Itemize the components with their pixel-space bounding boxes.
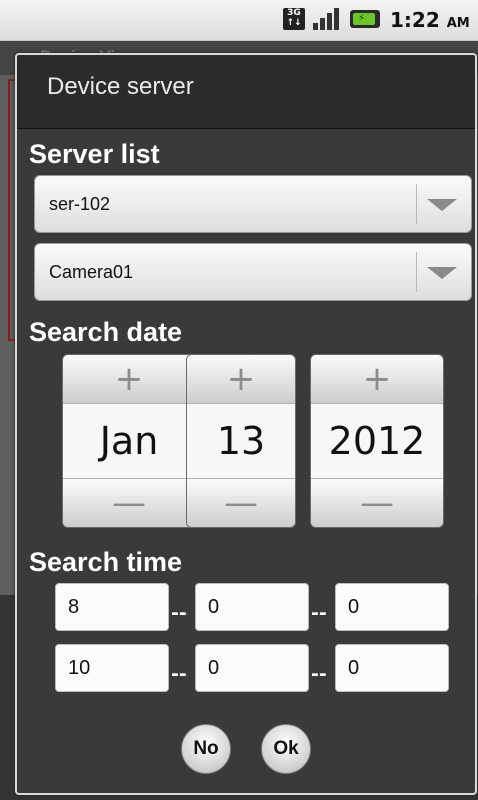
dropdown-arrow-icon: [427, 267, 457, 279]
end-second-field[interactable]: 0: [335, 644, 449, 692]
end-minute-field[interactable]: 0: [195, 644, 309, 692]
year-picker: + 2012 —: [310, 354, 444, 528]
device-server-dialog: Device server Server list ser-102 Camera…: [15, 53, 477, 795]
camera-select-value: Camera01: [49, 262, 134, 282]
time-separator: --: [171, 602, 187, 624]
dialog-title: Device server: [47, 73, 194, 100]
network-type-label: 3G: [287, 8, 301, 18]
month-decrement-button[interactable]: —: [63, 478, 195, 527]
start-second-value: 0: [348, 596, 360, 618]
3g-icon: 3G ↑↓: [283, 8, 305, 30]
year-increment-button[interactable]: +: [311, 355, 443, 404]
start-hour-field[interactable]: 8: [55, 583, 169, 631]
search-time-label: Search time: [29, 547, 183, 577]
month-increment-button[interactable]: +: [63, 355, 195, 404]
server-list-label: Server list: [29, 139, 160, 169]
end-second-value: 0: [348, 657, 360, 679]
search-date-label: Search date: [29, 317, 183, 347]
server-select-divider: [416, 184, 417, 224]
dialog-body: Server list ser-102 Camera01 Search date…: [17, 129, 475, 793]
year-decrement-button[interactable]: —: [311, 478, 443, 527]
status-time: 1:22 AM: [390, 9, 470, 35]
status-time-value: 1:22: [390, 8, 440, 32]
month-picker: + Jan —: [62, 354, 196, 528]
end-minute-value: 0: [208, 657, 220, 679]
day-increment-button[interactable]: +: [187, 355, 295, 404]
server-select[interactable]: ser-102: [34, 175, 472, 233]
day-picker: + 13 —: [186, 354, 296, 528]
month-value[interactable]: Jan: [63, 404, 195, 478]
time-separator: --: [171, 663, 187, 685]
day-value[interactable]: 13: [187, 404, 295, 478]
battery-charging-icon: ⚡: [350, 10, 380, 28]
end-hour-value: 10: [68, 657, 91, 679]
start-minute-field[interactable]: 0: [195, 583, 309, 631]
start-minute-value: 0: [208, 596, 220, 618]
start-second-field[interactable]: 0: [335, 583, 449, 631]
signal-icon: [313, 8, 341, 30]
status-time-ampm: AM: [446, 16, 470, 31]
time-separator: --: [311, 663, 327, 685]
status-bar: 3G ↑↓ ⚡ 1:22 AM: [0, 0, 478, 41]
no-button[interactable]: No: [181, 724, 231, 774]
time-separator: --: [311, 602, 327, 624]
day-decrement-button[interactable]: —: [187, 478, 295, 527]
year-value[interactable]: 2012: [311, 404, 443, 478]
dropdown-arrow-icon: [427, 199, 457, 211]
server-select-value: ser-102: [49, 194, 111, 214]
camera-select[interactable]: Camera01: [34, 243, 472, 301]
dialog-titlebar: Device server: [17, 55, 475, 129]
start-hour-value: 8: [68, 596, 80, 618]
ok-button[interactable]: Ok: [261, 724, 311, 774]
camera-select-divider: [416, 252, 417, 292]
end-hour-field[interactable]: 10: [55, 644, 169, 692]
